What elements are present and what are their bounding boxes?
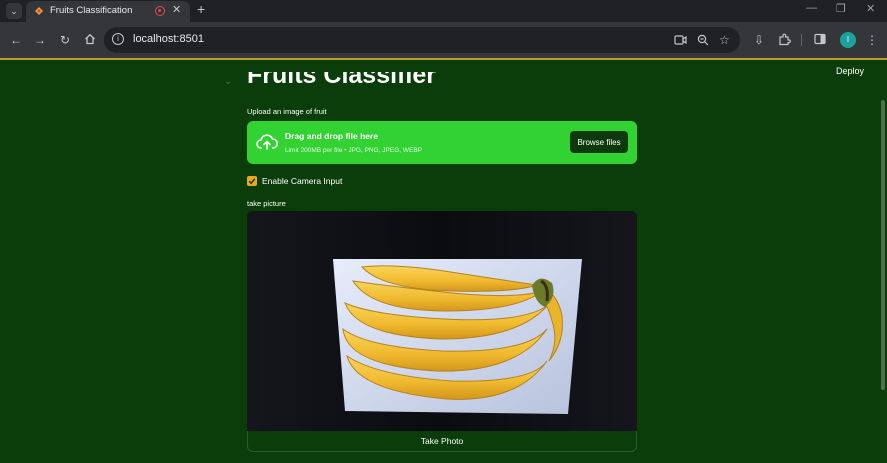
url-text: localhost:8501 bbox=[133, 33, 204, 45]
forward-icon[interactable]: → bbox=[34, 32, 46, 48]
site-info-icon[interactable]: i bbox=[112, 33, 124, 45]
tab-title: Fruits Classification bbox=[50, 5, 133, 16]
dropzone-limit: Limit 200MB per file • JPG, PNG, JPEG, W… bbox=[285, 147, 423, 154]
new-tab-button[interactable]: + bbox=[197, 1, 205, 17]
menu-icon[interactable]: ⋮ bbox=[866, 32, 878, 48]
file-dropzone[interactable]: Drag and drop file here Limit 200MB per … bbox=[247, 121, 637, 164]
browse-files-button[interactable]: Browse files bbox=[570, 131, 628, 153]
close-icon[interactable]: ✕ bbox=[866, 2, 875, 15]
extensions-icon[interactable] bbox=[778, 33, 791, 46]
recording-indicator-icon bbox=[155, 6, 165, 16]
banana-photo bbox=[247, 211, 637, 431]
side-panel-icon[interactable] bbox=[814, 33, 826, 45]
uploader-label: Upload an image of fruit bbox=[247, 107, 327, 116]
profile-avatar[interactable]: I bbox=[840, 32, 856, 48]
browser-tab[interactable]: Fruits Classification ✕ bbox=[26, 1, 190, 22]
take-photo-button[interactable]: Take Photo bbox=[247, 431, 637, 452]
browser-tab-strip: ⌄ Fruits Classification ✕ + — ❐ ✕ bbox=[0, 0, 887, 22]
header-overlay bbox=[0, 60, 887, 72]
maximize-icon[interactable]: ❐ bbox=[836, 2, 846, 15]
favicon-icon bbox=[35, 7, 43, 15]
bookmark-star-icon[interactable]: ☆ bbox=[719, 33, 730, 47]
home-icon[interactable] bbox=[84, 33, 96, 45]
cloud-upload-icon bbox=[256, 134, 278, 150]
toolbar-divider bbox=[801, 34, 802, 46]
zoom-icon[interactable] bbox=[697, 34, 709, 46]
check-icon bbox=[248, 178, 256, 185]
dropzone-title: Drag and drop file here bbox=[285, 131, 379, 141]
camera-icon[interactable] bbox=[674, 34, 687, 46]
address-bar[interactable]: i localhost:8501 ☆ bbox=[104, 27, 740, 53]
camera-preview bbox=[247, 211, 637, 431]
deploy-button[interactable]: Deploy bbox=[836, 66, 864, 76]
browser-toolbar: ← → ↻ i localhost:8501 ☆ ⇩ I ⋮ bbox=[0, 22, 887, 58]
camera-input-label: take picture bbox=[247, 199, 286, 208]
back-icon[interactable]: ← bbox=[10, 32, 22, 48]
page-scrollbar[interactable] bbox=[881, 100, 885, 390]
minimize-icon[interactable]: — bbox=[806, 2, 817, 14]
camera-toggle-label[interactable]: Enable Camera Input bbox=[262, 176, 342, 186]
chevron-down-icon[interactable]: ⌄ bbox=[224, 76, 232, 87]
tab-list-icon[interactable]: ⌄ bbox=[6, 3, 22, 19]
download-icon[interactable]: ⇩ bbox=[754, 32, 764, 48]
tab-close-icon[interactable]: ✕ bbox=[172, 3, 181, 16]
reload-icon[interactable]: ↻ bbox=[60, 32, 70, 48]
camera-toggle-checkbox[interactable] bbox=[247, 176, 257, 186]
